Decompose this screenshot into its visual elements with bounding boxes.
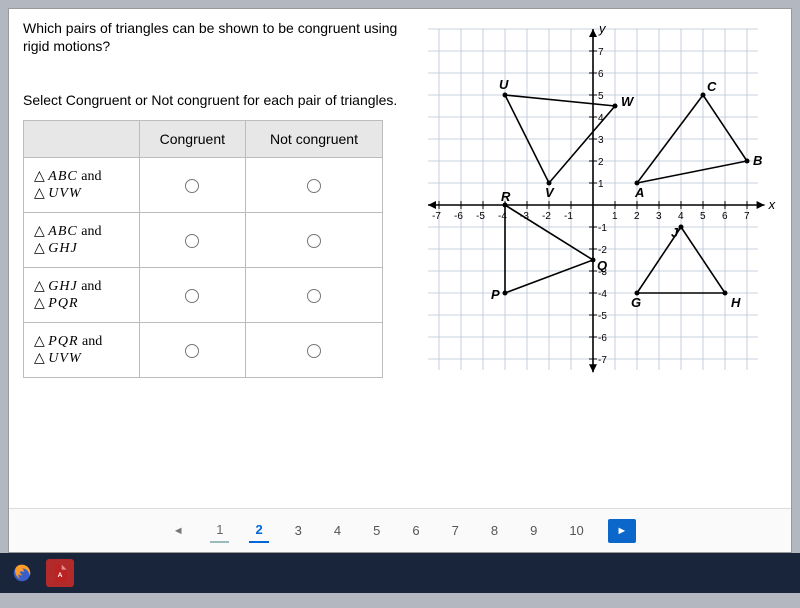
svg-text:1: 1 bbox=[612, 211, 618, 222]
svg-text:x: x bbox=[768, 197, 776, 212]
row-label: △ ABC and△ UVW bbox=[24, 157, 140, 212]
table-row: △ ABC and△ UVW bbox=[24, 157, 383, 212]
svg-text:2: 2 bbox=[598, 157, 604, 168]
radio-icon[interactable] bbox=[185, 179, 199, 193]
pager-item-5[interactable]: 5 bbox=[367, 519, 386, 542]
pager-item-7[interactable]: 7 bbox=[446, 519, 465, 542]
radio-congruent[interactable] bbox=[139, 267, 245, 322]
col-blank bbox=[24, 120, 140, 157]
table-row: △ ABC and△ GHJ bbox=[24, 212, 383, 267]
row-label: △ GHJ and△ PQR bbox=[24, 267, 140, 322]
svg-text:7: 7 bbox=[598, 47, 604, 58]
svg-text:-5: -5 bbox=[598, 311, 607, 322]
pdf-reader-icon[interactable]: A bbox=[46, 559, 74, 587]
svg-text:B: B bbox=[753, 153, 762, 168]
app-window: Which pairs of triangles can be shown to… bbox=[8, 8, 792, 553]
svg-text:-5: -5 bbox=[476, 211, 485, 222]
svg-text:-7: -7 bbox=[598, 355, 607, 366]
svg-text:-7: -7 bbox=[432, 211, 441, 222]
pager-item-8[interactable]: 8 bbox=[485, 519, 504, 542]
pager-next[interactable]: ► bbox=[608, 519, 636, 543]
col-congruent: Congruent bbox=[139, 120, 245, 157]
graph-panel: -7-6-5-4-3-2-11234567-7-6-5-4-3-2-112345… bbox=[423, 19, 783, 508]
radio-icon[interactable] bbox=[307, 289, 321, 303]
table-row: △ PQR and△ UVW bbox=[24, 322, 383, 377]
radio-icon[interactable] bbox=[185, 289, 199, 303]
svg-text:7: 7 bbox=[744, 211, 750, 222]
svg-text:2: 2 bbox=[634, 211, 640, 222]
radio-not-congruent[interactable] bbox=[245, 267, 382, 322]
svg-text:W: W bbox=[621, 94, 635, 109]
svg-text:A: A bbox=[58, 572, 63, 579]
col-not-congruent: Not congruent bbox=[245, 120, 382, 157]
pager-item-10[interactable]: 10 bbox=[563, 519, 589, 542]
svg-text:-2: -2 bbox=[598, 245, 607, 256]
table-row: △ GHJ and△ PQR bbox=[24, 267, 383, 322]
svg-text:J: J bbox=[671, 225, 679, 240]
pager-item-4[interactable]: 4 bbox=[328, 519, 347, 542]
svg-text:6: 6 bbox=[722, 211, 728, 222]
radio-not-congruent[interactable] bbox=[245, 157, 382, 212]
svg-text:-6: -6 bbox=[454, 211, 463, 222]
svg-text:5: 5 bbox=[700, 211, 706, 222]
coordinate-graph: -7-6-5-4-3-2-11234567-7-6-5-4-3-2-112345… bbox=[423, 25, 783, 385]
radio-icon[interactable] bbox=[307, 179, 321, 193]
radio-icon[interactable] bbox=[185, 344, 199, 358]
pager-item-6[interactable]: 6 bbox=[406, 519, 425, 542]
radio-icon[interactable] bbox=[185, 234, 199, 248]
svg-text:V: V bbox=[545, 185, 555, 200]
radio-congruent[interactable] bbox=[139, 157, 245, 212]
content-area: Which pairs of triangles can be shown to… bbox=[9, 9, 791, 508]
row-label: △ ABC and△ GHJ bbox=[24, 212, 140, 267]
svg-text:1: 1 bbox=[598, 179, 604, 190]
svg-text:5: 5 bbox=[598, 91, 604, 102]
svg-text:C: C bbox=[707, 79, 717, 94]
svg-text:-6: -6 bbox=[598, 333, 607, 344]
svg-text:-2: -2 bbox=[542, 211, 551, 222]
svg-text:-4: -4 bbox=[498, 211, 507, 222]
pager-item-2[interactable]: 2 bbox=[249, 518, 268, 543]
radio-congruent[interactable] bbox=[139, 212, 245, 267]
taskbar: A bbox=[0, 553, 800, 593]
pager-item-9[interactable]: 9 bbox=[524, 519, 543, 542]
firefox-icon[interactable] bbox=[8, 559, 36, 587]
radio-icon[interactable] bbox=[307, 234, 321, 248]
pager-prev[interactable]: ◄ bbox=[164, 519, 192, 543]
svg-text:3: 3 bbox=[656, 211, 662, 222]
question-text-1: Which pairs of triangles can be shown to… bbox=[23, 19, 407, 55]
svg-text:3: 3 bbox=[598, 135, 604, 146]
svg-text:P: P bbox=[491, 287, 500, 302]
pager-item-1[interactable]: 1 bbox=[210, 518, 229, 543]
svg-text:6: 6 bbox=[598, 69, 604, 80]
answer-table: Congruent Not congruent △ ABC and△ UVW△ … bbox=[23, 120, 383, 378]
question-panel: Which pairs of triangles can be shown to… bbox=[23, 19, 423, 508]
row-label: △ PQR and△ UVW bbox=[24, 322, 140, 377]
svg-text:U: U bbox=[499, 77, 509, 92]
svg-text:4: 4 bbox=[678, 211, 684, 222]
svg-text:-1: -1 bbox=[598, 223, 607, 234]
svg-text:G: G bbox=[631, 295, 641, 310]
question-text-2: Select Congruent or Not congruent for ea… bbox=[23, 91, 407, 109]
question-pager: ◄ 123456789 10 ► bbox=[9, 508, 791, 552]
radio-icon[interactable] bbox=[307, 344, 321, 358]
svg-text:H: H bbox=[731, 295, 741, 310]
radio-not-congruent[interactable] bbox=[245, 212, 382, 267]
svg-text:A: A bbox=[634, 185, 644, 200]
svg-text:y: y bbox=[598, 25, 607, 36]
radio-not-congruent[interactable] bbox=[245, 322, 382, 377]
svg-text:R: R bbox=[501, 189, 511, 204]
svg-text:-1: -1 bbox=[564, 211, 573, 222]
radio-congruent[interactable] bbox=[139, 322, 245, 377]
svg-text:-4: -4 bbox=[598, 289, 607, 300]
svg-text:Q: Q bbox=[597, 258, 607, 273]
pager-item-3[interactable]: 3 bbox=[289, 519, 308, 542]
